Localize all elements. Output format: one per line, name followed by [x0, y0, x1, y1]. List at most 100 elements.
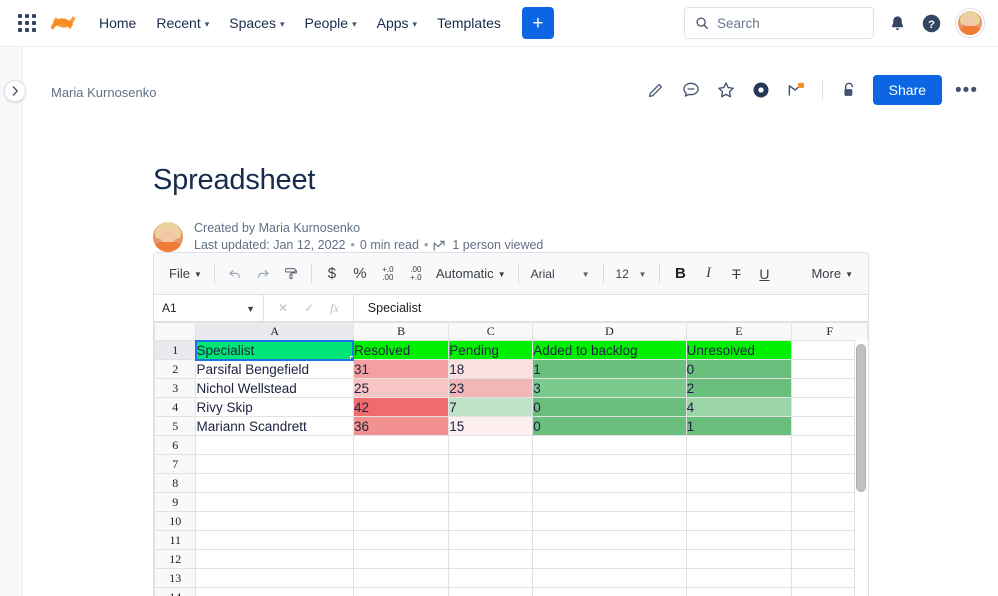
author-avatar[interactable]: [153, 222, 183, 252]
row-header-5[interactable]: 5: [154, 416, 197, 436]
grid-apps-icon[interactable]: [14, 10, 40, 36]
chevron-down-icon[interactable]: ▼: [582, 270, 590, 279]
cell-d7[interactable]: [532, 454, 687, 474]
cell-e6[interactable]: [685, 435, 793, 455]
row-header-10[interactable]: 10: [154, 511, 197, 531]
cell-e5[interactable]: 1: [685, 416, 793, 436]
cell-b13[interactable]: [352, 568, 450, 588]
cell-e14[interactable]: [685, 587, 793, 596]
column-header-f[interactable]: F: [791, 322, 868, 341]
row-header-1[interactable]: 1: [154, 340, 197, 360]
cell-e11[interactable]: [685, 530, 793, 550]
cell-a3[interactable]: Nichol Wellstead: [195, 378, 354, 398]
cell-c3[interactable]: 23: [448, 378, 534, 398]
fx-icon[interactable]: fx: [330, 301, 339, 316]
percent-format-button[interactable]: %: [347, 261, 373, 287]
row-header-6[interactable]: 6: [154, 435, 197, 455]
page-more-actions-button[interactable]: •••: [955, 81, 978, 100]
redo-button[interactable]: [250, 261, 276, 287]
font-family-dropdown[interactable]: Arial: [526, 261, 580, 287]
cell-d6[interactable]: [532, 435, 687, 455]
nav-item-people[interactable]: People ▾: [295, 9, 365, 37]
cell-name-box[interactable]: A1 ▼: [154, 295, 264, 321]
number-format-dropdown[interactable]: Automatic ▼: [431, 261, 511, 287]
nav-item-apps[interactable]: Apps ▾: [368, 9, 426, 37]
cell-a9[interactable]: [195, 492, 354, 512]
row-header-8[interactable]: 8: [154, 473, 197, 493]
cell-a11[interactable]: [195, 530, 354, 550]
underline-button[interactable]: U: [751, 261, 777, 287]
decrease-decimal-button[interactable]: +.0 .00: [375, 261, 401, 287]
nav-item-spaces[interactable]: Spaces ▾: [220, 9, 293, 37]
cell-c8[interactable]: [448, 473, 534, 493]
cell-c14[interactable]: [448, 587, 534, 596]
row-header-2[interactable]: 2: [154, 359, 197, 379]
column-header-d[interactable]: D: [532, 322, 687, 341]
row-header-14[interactable]: 14: [154, 587, 197, 596]
cell-b3[interactable]: 25: [352, 378, 450, 398]
cell-b2[interactable]: 31: [352, 359, 450, 379]
cell-d12[interactable]: [532, 549, 687, 569]
cell-c11[interactable]: [448, 530, 534, 550]
cell-e12[interactable]: [685, 549, 793, 569]
cell-c9[interactable]: [448, 492, 534, 512]
cell-d4[interactable]: 0: [532, 397, 687, 417]
more-options-button[interactable]: More ▼: [806, 261, 858, 287]
cell-c13[interactable]: [448, 568, 534, 588]
breadcrumb[interactable]: Maria Kurnosenko: [51, 85, 157, 100]
cell-e2[interactable]: 0: [685, 359, 793, 379]
selection-handle[interactable]: [349, 356, 353, 359]
cell-e10[interactable]: [685, 511, 793, 531]
cell-e3[interactable]: 2: [685, 378, 793, 398]
row-header-12[interactable]: 12: [154, 549, 197, 569]
cell-b11[interactable]: [352, 530, 450, 550]
cell-a2[interactable]: Parsifal Bengefield: [195, 359, 354, 379]
formula-input[interactable]: Specialist: [354, 301, 868, 315]
cell-e4[interactable]: 4: [685, 397, 793, 417]
cell-b7[interactable]: [352, 454, 450, 474]
chevron-down-icon[interactable]: ▼: [639, 270, 647, 279]
vertical-scrollbar-thumb[interactable]: [856, 344, 866, 492]
comment-icon[interactable]: [680, 79, 702, 101]
cell-d11[interactable]: [532, 530, 687, 550]
row-header-4[interactable]: 4: [154, 397, 197, 417]
cell-a7[interactable]: [195, 454, 354, 474]
currency-format-button[interactable]: $: [319, 261, 345, 287]
cell-d3[interactable]: 3: [532, 378, 687, 398]
confluence-logo-icon[interactable]: [46, 6, 80, 40]
cell-c5[interactable]: 15: [448, 416, 534, 436]
paint-format-button[interactable]: [278, 261, 304, 287]
cell-d8[interactable]: [532, 473, 687, 493]
cell-b12[interactable]: [352, 549, 450, 569]
row-header-7[interactable]: 7: [154, 454, 197, 474]
share-button[interactable]: Share: [872, 75, 943, 105]
edit-icon[interactable]: [645, 79, 667, 101]
question-circle-icon[interactable]: ?: [921, 13, 942, 34]
cell-c12[interactable]: [448, 549, 534, 569]
cell-c7[interactable]: [448, 454, 534, 474]
cell-e13[interactable]: [685, 568, 793, 588]
cell-a6[interactable]: [195, 435, 354, 455]
cancel-formula-icon[interactable]: ✕: [278, 301, 288, 315]
cell-c10[interactable]: [448, 511, 534, 531]
cell-d2[interactable]: 1: [532, 359, 687, 379]
cell-e7[interactable]: [685, 454, 793, 474]
cell-c6[interactable]: [448, 435, 534, 455]
cell-d10[interactable]: [532, 511, 687, 531]
create-button[interactable]: +: [521, 7, 554, 39]
confirm-formula-icon[interactable]: ✓: [304, 301, 314, 315]
star-icon[interactable]: [715, 79, 737, 101]
cell-b1[interactable]: Resolved: [352, 340, 450, 360]
increase-decimal-button[interactable]: .00 +.0: [403, 261, 429, 287]
cell-b5[interactable]: 36: [352, 416, 450, 436]
spreadsheet-grid[interactable]: A B C D E F 1 Specialist Resolved Pending Ad…: [154, 322, 868, 596]
column-header-a[interactable]: A: [195, 322, 354, 341]
cell-b6[interactable]: [352, 435, 450, 455]
cell-b14[interactable]: [352, 587, 450, 596]
watch-icon[interactable]: [750, 79, 772, 101]
search-input[interactable]: Search: [684, 7, 874, 39]
cell-d1[interactable]: Added to backlog: [532, 340, 687, 360]
cell-e9[interactable]: [685, 492, 793, 512]
cell-a14[interactable]: [195, 587, 354, 596]
bold-button[interactable]: B: [667, 261, 693, 287]
